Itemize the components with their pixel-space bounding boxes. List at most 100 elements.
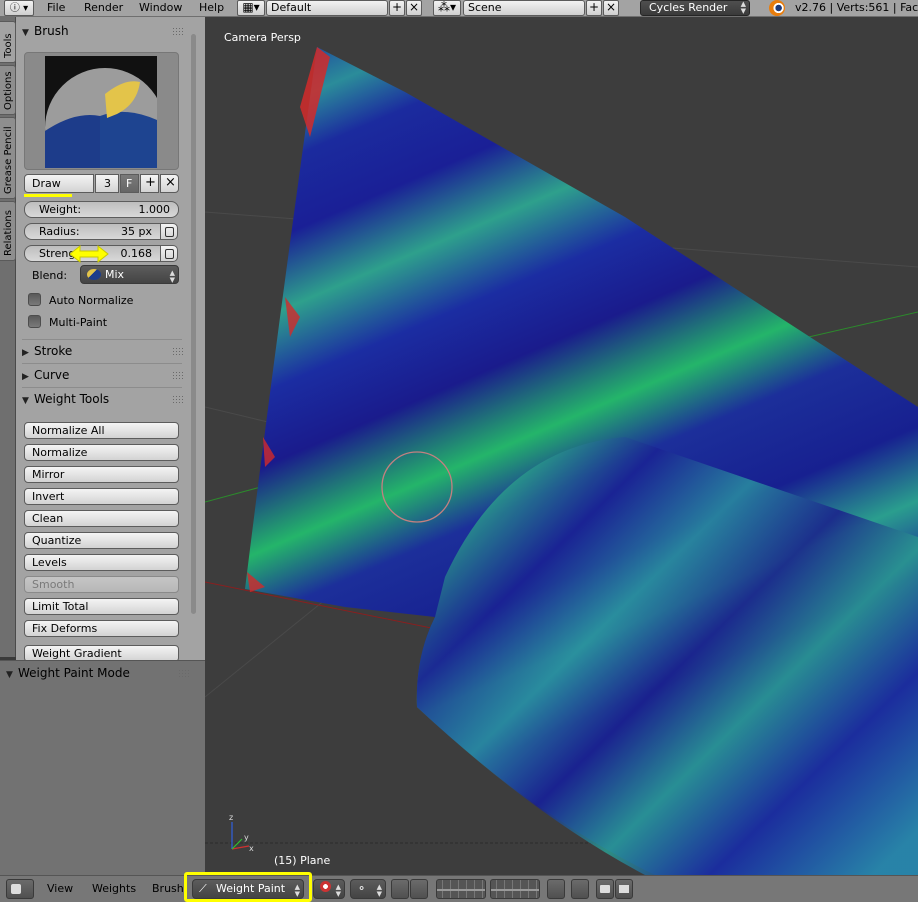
multi-paint-checkbox[interactable] [28,315,41,328]
menu-brush[interactable]: Brush [152,882,184,895]
levels-button[interactable]: Levels [24,554,179,571]
render-button[interactable] [596,879,614,899]
remove-layout-button[interactable]: × [406,0,422,16]
normalize-all-button[interactable]: Normalize All [24,422,179,439]
radius-slider[interactable]: Radius: 35 px [24,223,161,240]
brush-name-highlight [24,194,72,197]
brush-preview-frame[interactable] [24,52,179,170]
remove-scene-button[interactable]: × [603,0,619,16]
svg-text:x: x [249,844,254,853]
quantize-button[interactable]: Quantize [24,532,179,549]
panel-header-weight-paint-mode[interactable]: ▼ Weight Paint Mode [6,663,196,683]
fake-user-button[interactable]: F [120,174,139,193]
dropdown-arrows-icon: ▲ ▼ [376,883,382,898]
clean-button[interactable]: Clean [24,510,179,527]
add-layout-button[interactable]: + [389,0,405,16]
tool-shelf-scrollbar[interactable] [191,34,196,614]
render-engine-value: Cycles Render [649,1,728,14]
menu-view[interactable]: View [47,882,73,895]
overlay-button[interactable] [571,879,589,899]
limit-total-button[interactable]: Limit Total [24,598,179,615]
strength-value: 0.168 [120,247,153,260]
shading-icon [320,881,331,892]
add-scene-button[interactable]: + [586,0,602,16]
collapsed-triangle-icon: ▶ [22,348,29,358]
3d-viewport[interactable]: z y x Camera Persp (15) Plane [205,17,918,875]
layers-grid-a[interactable] [436,879,486,899]
mode-highlight-box [184,872,312,902]
drag-grip-icon[interactable] [178,669,190,677]
fix-deforms-button[interactable]: Fix Deforms [24,620,179,637]
radius-pressure-icon[interactable] [160,223,178,240]
panel-header-curve[interactable]: ▶ Curve [22,365,184,385]
scene-select[interactable]: Scene [463,0,585,16]
normalize-button[interactable]: Normalize [24,444,179,461]
panel-title-weight-paint-mode: Weight Paint Mode [18,666,130,680]
brush-users-value: 3 [104,177,111,190]
drag-grip-icon[interactable] [172,371,184,379]
viewport-shading-select[interactable]: ▲ ▼ [313,879,345,899]
fake-user-label: F [126,177,133,190]
tab-options-label: Options [3,71,14,110]
scene-stats: v2.76 | Verts:561 | Face [795,1,918,14]
brush-users-count[interactable]: 3 [95,174,119,193]
face-mask-button[interactable] [391,879,409,899]
panel-divider [22,363,182,364]
drag-grip-icon[interactable] [172,347,184,355]
scene-icon[interactable]: ⁂▾ [433,0,461,16]
brush-name-field[interactable]: Draw [24,174,94,193]
drag-grip-icon[interactable] [172,395,184,403]
tab-options[interactable]: Options [0,65,16,115]
invert-button[interactable]: Invert [24,488,179,505]
render-animation-button[interactable] [615,879,633,899]
svg-text:z: z [229,813,233,822]
active-object-label: (15) Plane [274,854,331,867]
svg-text:y: y [244,833,249,842]
panel-header-stroke[interactable]: ▶ Stroke [22,341,184,361]
auto-normalize-label: Auto Normalize [49,294,134,307]
dropdown-arrows-icon: ▲ ▼ [335,883,341,898]
screen-layout-icon[interactable]: ▦▾ [237,0,265,16]
panel-title-stroke: Stroke [34,344,73,358]
auto-normalize-checkbox[interactable] [28,293,41,306]
editor-type-button[interactable]: ⓘ ▾ [4,0,34,16]
panel-title-weight-tools: Weight Tools [34,392,110,406]
weight-gradient-button[interactable]: Weight Gradient [24,645,179,660]
blender-logo-icon [769,0,785,16]
unlink-brush-button[interactable]: × [160,174,179,193]
layers-grid-b[interactable] [490,879,540,899]
tool-shelf: ▼ Brush Draw 3 F + × Weight: 1.000 Radius:… [16,17,205,660]
render-engine-select[interactable]: Cycles Render ▲ ▼ [640,0,750,16]
panel-header-weight-tools[interactable]: ▼ Weight Tools [22,389,184,409]
multi-paint-label: Multi-Paint [49,316,108,329]
tab-grease-pencil[interactable]: Grease Pencil [0,117,16,199]
pivot-icon: ⚬ [357,882,367,895]
drag-grip-icon[interactable] [172,27,184,35]
expanded-triangle-icon: ▼ [6,670,13,680]
menu-help[interactable]: Help [199,1,224,14]
editor-type-button[interactable] [6,879,34,899]
menu-window[interactable]: Window [139,1,182,14]
mirror-button[interactable]: Mirror [24,466,179,483]
strength-pressure-icon[interactable] [160,245,178,262]
tab-relations[interactable]: Relations [0,201,16,261]
layout-value: Default [271,1,312,14]
menu-file[interactable]: File [47,1,65,14]
blend-mode-select[interactable]: Mix ▲ ▼ [80,265,179,284]
weight-slider[interactable]: Weight: 1.000 [24,201,179,218]
expanded-triangle-icon: ▼ [22,396,29,406]
lock-camera-button[interactable] [547,879,565,899]
radius-value: 35 px [121,225,152,238]
panel-header-brush[interactable]: ▼ Brush [22,21,184,41]
menu-weights[interactable]: Weights [92,882,136,895]
vertex-mask-button[interactable] [410,879,428,899]
smooth-button: Smooth [24,576,179,593]
layout-select[interactable]: Default [266,0,388,16]
tab-tools[interactable]: Tools [0,21,16,63]
menu-render[interactable]: Render [84,1,123,14]
radius-label: Radius: [39,225,80,238]
add-brush-button[interactable]: + [140,174,159,193]
panel-divider [22,339,182,340]
pivot-point-select[interactable]: ⚬ ▲ ▼ [350,879,386,899]
weight-value: 1.000 [138,203,171,216]
